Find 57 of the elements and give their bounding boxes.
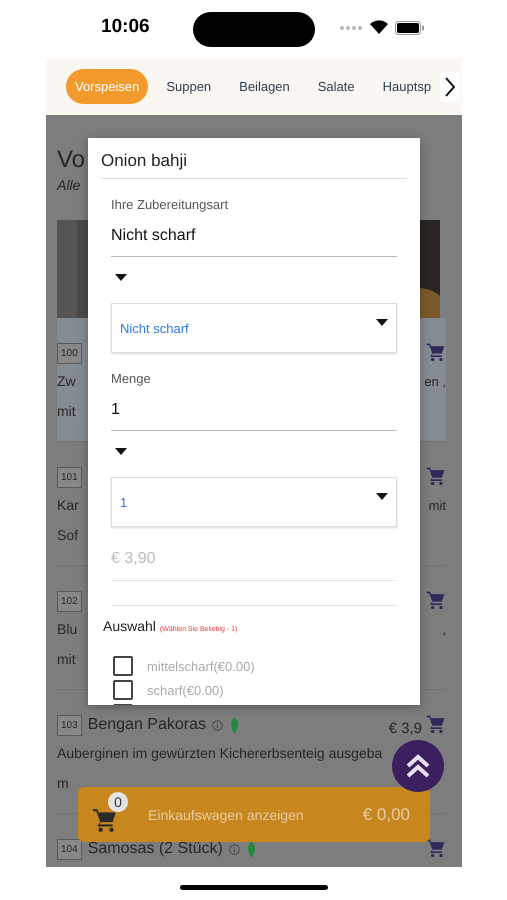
item-description: , [442,622,446,636]
leaf-icon [246,840,257,858]
cart-total: € 0,00 [362,804,410,824]
select-field[interactable]: Nicht scharf [111,303,397,353]
checkbox[interactable] [113,656,133,676]
status-time: 10:06 [101,16,150,38]
item-description: mit [57,651,76,667]
category-tab[interactable]: Salate [308,69,365,104]
item-description: Kar [57,497,79,513]
leaf-icon [229,716,240,734]
cart-label: Einkaufswagen anzeigen [148,806,305,822]
item-number: 100 [57,342,82,364]
caret-icon [115,448,127,454]
checkbox[interactable] [113,680,133,700]
item-description: Blu [57,621,78,637]
item-number: 104 [57,838,82,860]
section-heading: Vo [57,145,86,175]
category-tab[interactable]: Suppen [156,69,222,104]
item-number: 103 [57,714,82,736]
chevron-right-icon [445,77,455,97]
category-tab[interactable]: Hauptsp [372,69,442,104]
item-number: 102 [57,590,82,612]
caret-icon [376,493,388,500]
option-label: scharf(€0.00) [147,682,224,698]
item-description: Zw [57,373,76,389]
caret-icon [115,274,127,280]
item-description: Auberginen im gewürzten Kichererbsenteig ausgeba [57,745,382,761]
cart-bar[interactable]: 0 Einkaufswagen anzeigen € 0,00 [78,787,430,842]
field-label: Ihre Zubereitungsart [111,197,230,213]
double-chevron-up-icon [405,753,431,779]
option-label: mittelscharf(€0.00) [147,658,255,674]
cart-icon[interactable] [92,806,118,832]
select-field[interactable]: 1 [111,477,397,527]
item-description: Sof [57,527,78,543]
info-icon[interactable] [228,844,240,854]
section-subtitle: Alle [57,176,80,195]
signal-icon [340,26,362,30]
item-name: Samosas (2 Stück) [88,840,223,858]
item-name: Bengan Pakoras [88,716,206,734]
dialog-price: € 3,90 [111,547,397,581]
cart-count: 0 [108,792,128,812]
item-description: en , [424,374,446,388]
item-description: m [57,775,69,791]
wifi-icon [369,19,389,34]
category-tab[interactable]: Beilagen [229,69,300,104]
input-field[interactable]: 1 [111,399,397,431]
item-price: € 3,9 [388,720,422,737]
item-description: mit [428,498,446,512]
battery-icon [395,21,425,35]
input-field[interactable]: Nicht scharf [111,225,397,257]
info-icon[interactable] [212,720,223,730]
field-label: Menge [111,371,152,387]
options-title: Auswahl [103,618,156,634]
item-number: 101 [57,466,82,488]
next-button[interactable] [440,72,460,102]
item-description: mit [57,403,76,419]
dialog-title: Onion bahji [100,150,188,172]
